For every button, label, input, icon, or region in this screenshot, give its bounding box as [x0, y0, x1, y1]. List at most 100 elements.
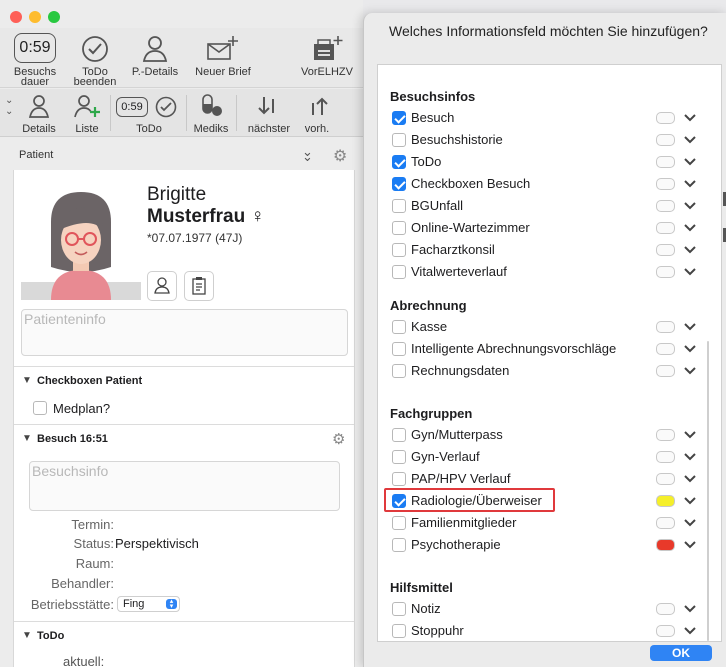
status-value[interactable]: Perspektivisch [115, 536, 199, 551]
minimize-window-button[interactable] [29, 11, 41, 23]
field-row-stoppuhr[interactable]: Stoppuhr [378, 620, 721, 641]
chevron-down-icon[interactable] [683, 176, 697, 190]
field-row-facharztkonsil[interactable]: Facharztkonsil [378, 239, 721, 261]
field-row-gyn-mutterpass[interactable]: Gyn/Mutterpass [378, 424, 721, 446]
chevron-down-icon[interactable] [683, 363, 697, 377]
checkbox-notiz[interactable] [392, 602, 406, 616]
todo-beenden-button[interactable]: ToDo beenden [66, 30, 124, 88]
checkbox-pap-hpv-verlauf[interactable] [392, 472, 406, 486]
betriebsstaette-select[interactable]: Fing ▴ ▾ [117, 596, 180, 612]
color-swatch[interactable] [656, 539, 675, 551]
color-swatch[interactable] [656, 222, 675, 234]
chevron-down-icon[interactable] [683, 242, 697, 256]
chevron-down-icon[interactable] [683, 493, 697, 507]
color-swatch[interactable] [656, 343, 675, 355]
gear-icon[interactable]: ⚙ [332, 430, 345, 448]
chevron-down-icon[interactable] [683, 264, 697, 278]
medplan-checkbox[interactable] [33, 401, 47, 415]
checkbox-besuch[interactable] [392, 111, 406, 125]
besuchsinfo-field[interactable]: Besuchsinfo [29, 461, 340, 511]
liste-button[interactable]: Liste [70, 93, 104, 135]
chevron-down-icon[interactable] [683, 198, 697, 212]
field-row-gyn-verlauf[interactable]: Gyn-Verlauf [378, 446, 721, 468]
field-row-psychotherapie[interactable]: Psychotherapie [378, 534, 721, 556]
chevron-down-icon[interactable] [683, 319, 697, 333]
checkbox-gyn-mutterpass[interactable] [392, 428, 406, 442]
checkbox-familienmitglieder[interactable] [392, 516, 406, 530]
patienteninfo-field[interactable]: Patienteninfo [21, 309, 348, 356]
checkbox-intelligente-abrechnungsvorschlaege[interactable] [392, 342, 406, 356]
chevron-down-icon[interactable] [683, 601, 697, 615]
p-details-button[interactable]: P.-Details [126, 30, 184, 88]
color-swatch[interactable] [656, 112, 675, 124]
gear-icon[interactable]: ⚙ [333, 146, 347, 166]
field-row-notiz[interactable]: Notiz [378, 598, 721, 620]
field-row-checkboxen-besuch[interactable]: Checkboxen Besuch [378, 173, 721, 195]
checkbox-stoppuhr[interactable] [392, 624, 406, 638]
checkbox-bgunfall[interactable] [392, 199, 406, 213]
color-swatch[interactable] [656, 473, 675, 485]
field-row-besuchshistorie[interactable]: Besuchshistorie [378, 129, 721, 151]
disclosure-chevron-icon[interactable]: ▼ [22, 433, 32, 444]
field-row-pap-hpv-verlauf[interactable]: PAP/HPV Verlauf [378, 468, 721, 490]
checkbox-kasse[interactable] [392, 320, 406, 334]
color-swatch[interactable] [656, 625, 675, 637]
vorelhzv-button[interactable]: VorELHZV [298, 30, 356, 88]
checkbox-psychotherapie[interactable] [392, 538, 406, 552]
field-row-familienmitglieder[interactable]: Familienmitglieder [378, 512, 721, 534]
field-row-rechnungsdaten[interactable]: Rechnungsdaten [378, 360, 721, 382]
color-swatch[interactable] [656, 178, 675, 190]
color-swatch[interactable] [656, 156, 675, 168]
color-swatch[interactable] [656, 244, 675, 256]
color-swatch[interactable] [656, 495, 675, 507]
close-window-button[interactable] [10, 11, 22, 23]
disclosure-chevron-icon[interactable]: ▼ [22, 630, 32, 641]
checkbox-besuchshistorie[interactable] [392, 133, 406, 147]
field-row-vitalwerteverlauf[interactable]: Vitalwerteverlauf [378, 261, 721, 283]
color-swatch[interactable] [656, 429, 675, 441]
chevron-down-icon[interactable] [683, 471, 697, 485]
clipboard-button[interactable] [184, 271, 214, 301]
checkbox-todo[interactable] [392, 155, 406, 169]
chevron-down-icon[interactable] [683, 449, 697, 463]
details-button[interactable]: Details [22, 93, 56, 135]
chevron-down-icon[interactable] [683, 154, 697, 168]
chevron-down-icon[interactable] [683, 537, 697, 551]
color-swatch[interactable] [656, 603, 675, 615]
todo-toolbar-button[interactable]: 0:59 ToDo [114, 93, 184, 135]
color-swatch[interactable] [656, 134, 675, 146]
checkbox-facharztkonsil[interactable] [392, 243, 406, 257]
field-row-online-wartezimmer[interactable]: Online-Wartezimmer [378, 217, 721, 239]
field-row-bgunfall[interactable]: BGUnfall [378, 195, 721, 217]
checkbox-checkboxen-besuch[interactable] [392, 177, 406, 191]
field-row-besuch[interactable]: Besuch [378, 107, 721, 129]
chevron-down-icon[interactable] [683, 110, 697, 124]
color-swatch[interactable] [656, 451, 675, 463]
field-row-kasse[interactable]: Kasse [378, 316, 721, 338]
overflow-chevron-icon[interactable]: ⌄ ⌄ [5, 95, 13, 117]
chevron-down-icon[interactable] [683, 515, 697, 529]
disclosure-chevron-icon[interactable]: ▼ [22, 375, 32, 386]
chevron-down-icon[interactable] [683, 623, 697, 637]
checkbox-vitalwerteverlauf[interactable] [392, 265, 406, 279]
besuchsdauer-button[interactable]: 0:59 Besuchs dauer [6, 30, 64, 88]
person-details-button[interactable] [147, 271, 177, 301]
field-row-intelligente-abrechnungsvorschlaege[interactable]: Intelligente Abrechnungsvorschläge [378, 338, 721, 360]
list-scrollbar[interactable] [707, 341, 709, 641]
color-swatch[interactable] [656, 200, 675, 212]
neuer-brief-button[interactable]: Neuer Brief [194, 30, 252, 88]
ok-button[interactable]: OK [650, 645, 712, 661]
color-swatch[interactable] [656, 321, 675, 333]
zoom-window-button[interactable] [48, 11, 60, 23]
checkbox-online-wartezimmer[interactable] [392, 221, 406, 235]
chevron-down-icon[interactable] [683, 220, 697, 234]
chevron-down-icon[interactable] [683, 132, 697, 146]
checkbox-gyn-verlauf[interactable] [392, 450, 406, 464]
chevron-down-icon[interactable] [683, 427, 697, 441]
chevron-down-icon[interactable] [683, 341, 697, 355]
vorherige-button[interactable]: vorh. [300, 93, 334, 135]
checkbox-rechnungsdaten[interactable] [392, 364, 406, 378]
mediks-button[interactable]: Mediks [194, 93, 228, 135]
color-swatch[interactable] [656, 365, 675, 377]
naechster-button[interactable]: nächster [248, 93, 290, 135]
